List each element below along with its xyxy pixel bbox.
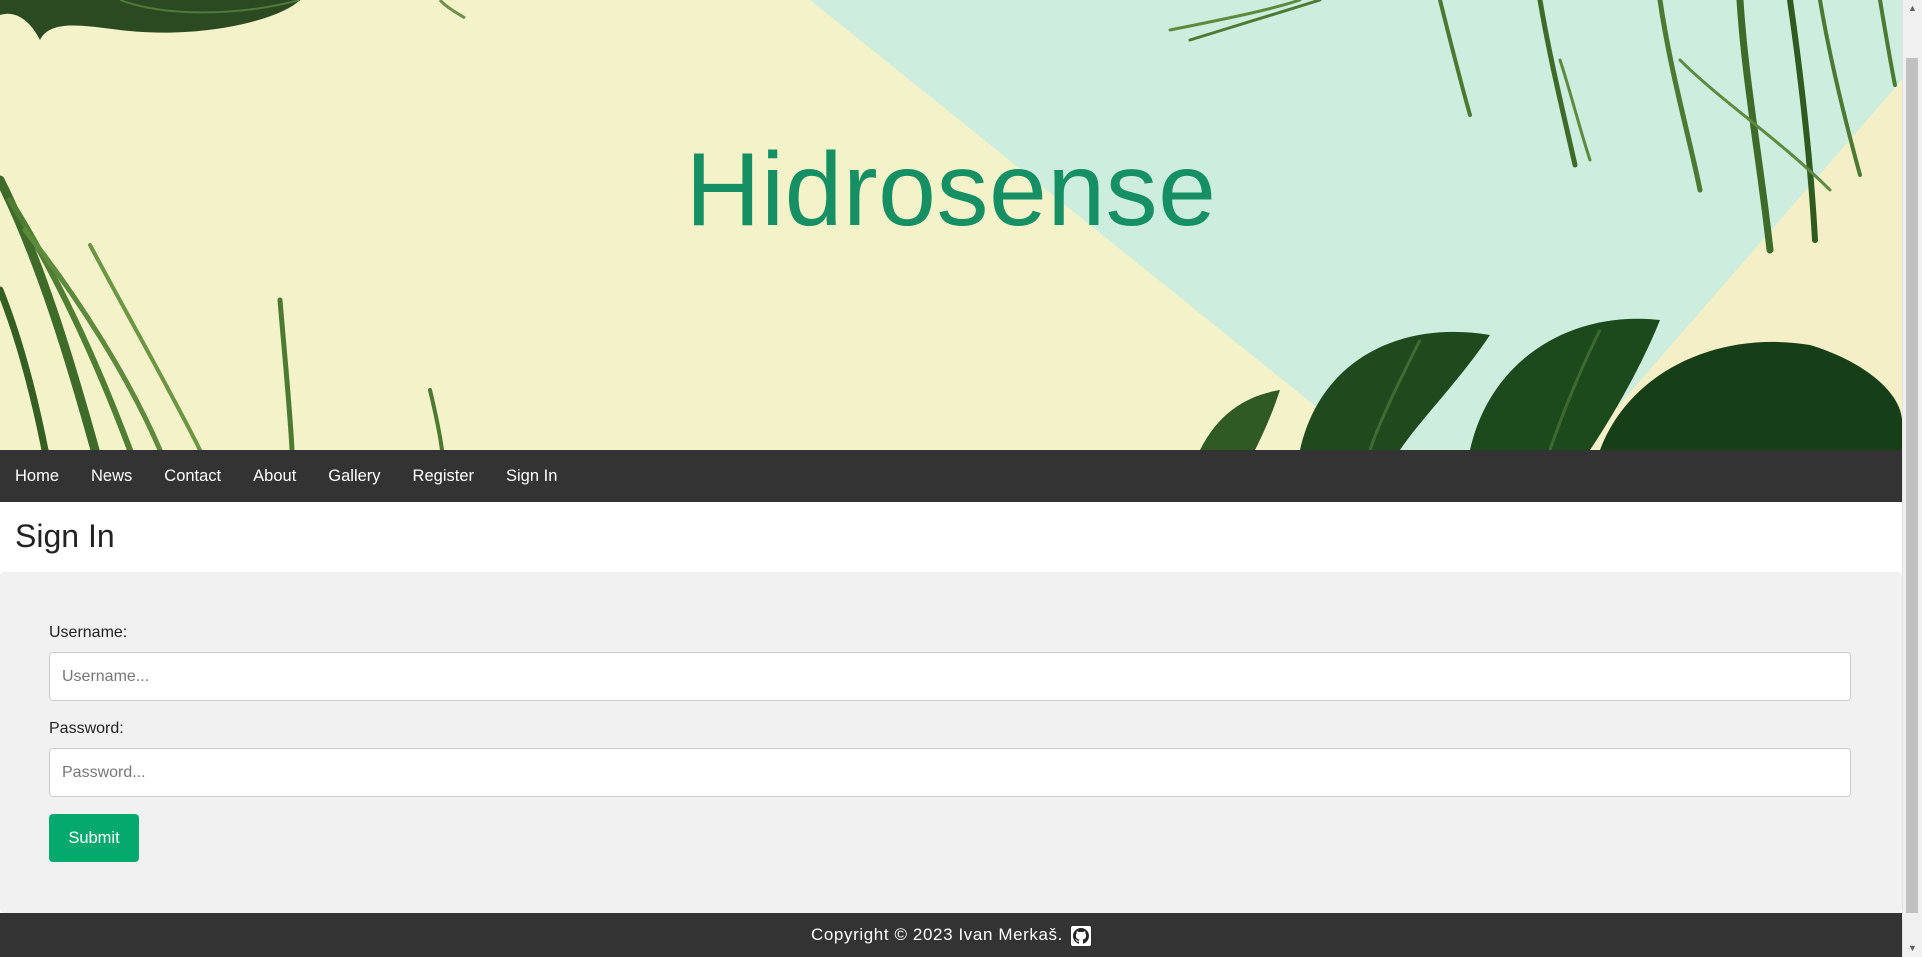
nav-item-about[interactable]: About — [237, 450, 312, 502]
site-title: Hidrosense — [685, 132, 1217, 248]
username-label: Username: — [49, 624, 128, 641]
copyright-text: Copyright © 2023 Ivan Merkaš. — [811, 925, 1063, 944]
sign-in-form: Username: Password: Submit — [0, 572, 1902, 913]
submit-button[interactable]: Submit — [49, 814, 139, 862]
page-title: Sign In — [15, 518, 115, 554]
footer: Copyright © 2023 Ivan Merkaš. — [0, 913, 1902, 957]
nav-item-contact[interactable]: Contact — [148, 450, 237, 502]
nav-item-register[interactable]: Register — [397, 450, 490, 502]
username-input[interactable] — [49, 652, 1851, 701]
vertical-scrollbar[interactable]: ▲ ▼ — [1902, 0, 1922, 957]
nav-item-home[interactable]: Home — [0, 450, 75, 502]
password-input[interactable] — [49, 748, 1851, 797]
scroll-up-arrow-icon[interactable]: ▲ — [1903, 0, 1922, 17]
github-icon[interactable] — [1070, 926, 1091, 946]
page: Hidrosense Home News Contact About Galle… — [0, 0, 1902, 957]
scroll-down-arrow-icon[interactable]: ▼ — [1903, 940, 1922, 957]
header-banner: Hidrosense — [0, 0, 1902, 450]
nav-item-news[interactable]: News — [75, 450, 148, 502]
scrollbar-thumb[interactable] — [1906, 58, 1918, 913]
password-label: Password: — [49, 720, 124, 737]
nav-item-gallery[interactable]: Gallery — [312, 450, 396, 502]
nav-item-sign-in[interactable]: Sign In — [490, 450, 573, 502]
navbar: Home News Contact About Gallery Register… — [0, 450, 1902, 502]
